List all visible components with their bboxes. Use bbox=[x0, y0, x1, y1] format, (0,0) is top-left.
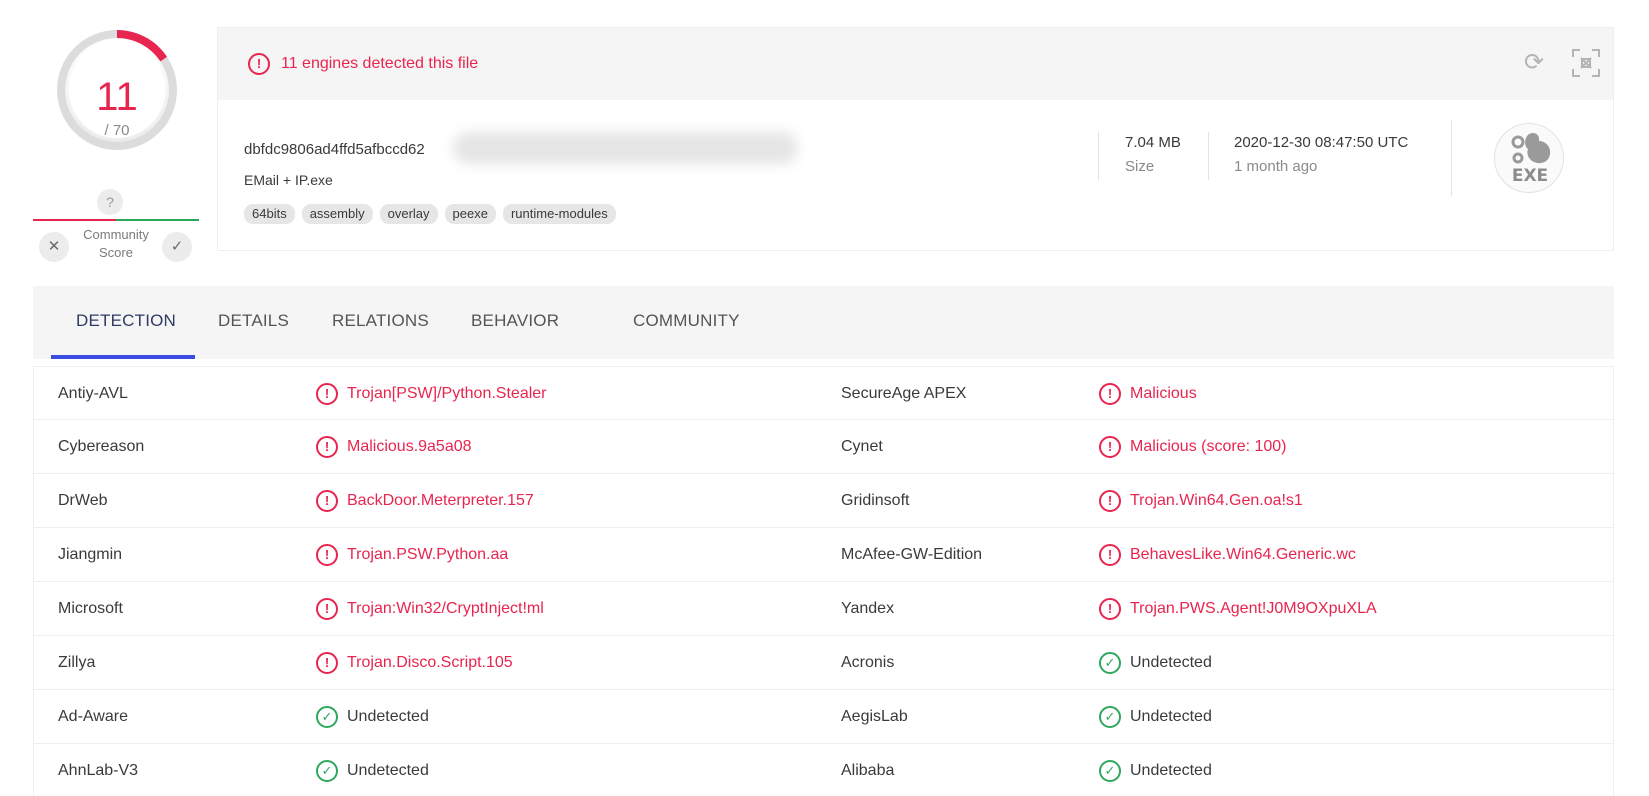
divider bbox=[1098, 132, 1099, 180]
file-type-badge: EXE bbox=[1494, 123, 1564, 193]
engine-name: Yandex bbox=[841, 600, 895, 617]
check-icon: ✓ bbox=[1099, 652, 1121, 674]
table-row: DrWeb! BackDoor.Meterpreter.157 Gridinsoft… bbox=[34, 474, 1613, 528]
detection-result: Trojan:Win32/CryptInject!ml bbox=[347, 600, 544, 617]
engine-name: Acronis bbox=[841, 654, 895, 671]
engine-name: DrWeb bbox=[58, 492, 108, 509]
engine-name: Ad-Aware bbox=[58, 708, 128, 725]
detection-result: Trojan.PSW.Python.aa bbox=[347, 546, 509, 563]
engine-name: AhnLab-V3 bbox=[58, 762, 139, 779]
file-tags: 64bits assembly overlay peexe runtime-module… bbox=[244, 204, 616, 224]
analysis-relative-date: 1 month ago bbox=[1234, 158, 1318, 175]
detection-result: BackDoor.Meterpreter.157 bbox=[347, 492, 534, 509]
file-size-label: Size bbox=[1125, 158, 1155, 175]
report-tabs: DETECTION DETAILS RELATIONS BEHAVIOR COM… bbox=[33, 286, 1614, 359]
file-type-label: EXE bbox=[1511, 166, 1549, 186]
alert-icon: ! bbox=[1099, 598, 1121, 620]
hash-redaction bbox=[453, 132, 798, 164]
table-row: Cybereason! Malicious.9a5a08 Cynet! Malicio… bbox=[34, 420, 1613, 474]
alert-icon: ! bbox=[1099, 490, 1121, 512]
table-row: Microsoft! Trojan:Win32/CryptInject!ml Yan… bbox=[34, 582, 1613, 636]
undetected-result: Undetected bbox=[1130, 762, 1212, 779]
file-name: EMail + IP.exe bbox=[244, 172, 333, 188]
check-icon: ✓ bbox=[1099, 760, 1121, 782]
engine-name: Microsoft bbox=[58, 600, 123, 617]
community-score-help-icon[interactable]: ? bbox=[97, 189, 123, 215]
engine-name: Gridinsoft bbox=[841, 492, 910, 509]
alert-icon: ! bbox=[316, 490, 338, 512]
engine-name: AegisLab bbox=[841, 708, 908, 725]
file-summary-card: ! 11 engines detected this file ⟳ dbfdc9… bbox=[217, 27, 1614, 251]
undetected-result: Undetected bbox=[347, 762, 429, 779]
community-score-label-line1: Community bbox=[83, 227, 149, 242]
tab-relations[interactable]: RELATIONS bbox=[332, 286, 429, 359]
table-row: AhnLab-V3 ✓ Undetected Alibaba ✓ Undetected bbox=[34, 744, 1613, 796]
table-row: Ad-Aware ✓ Undetected AegisLab ✓ Undetected bbox=[34, 690, 1613, 744]
alert-icon: ! bbox=[1099, 436, 1121, 458]
community-score-label-line2: Score bbox=[99, 245, 133, 260]
file-tag[interactable]: peexe bbox=[444, 204, 496, 224]
table-row: Jiangmin! Trojan.PSW.Python.aa McAfee-GW-E… bbox=[34, 528, 1613, 582]
alert-icon: ! bbox=[316, 652, 338, 674]
fullscreen-icon[interactable] bbox=[1571, 48, 1601, 78]
check-icon: ✓ bbox=[316, 706, 338, 728]
engine-name: McAfee-GW-Edition bbox=[841, 546, 983, 563]
tab-detection[interactable]: DETECTION bbox=[76, 286, 176, 359]
check-icon: ✓ bbox=[1099, 706, 1121, 728]
community-score-bar bbox=[33, 219, 199, 221]
alert-icon: ! bbox=[316, 436, 338, 458]
file-tag[interactable]: assembly bbox=[301, 204, 373, 224]
table-row: Antiy-AVL! Trojan[PSW]/Python.Stealer Secu… bbox=[34, 366, 1613, 420]
detection-result: Malicious bbox=[1130, 385, 1197, 402]
detection-message: 11 engines detected this file bbox=[281, 55, 479, 72]
vote-malicious-button[interactable]: ✓ bbox=[162, 232, 192, 262]
detection-table: Antiy-AVL! Trojan[PSW]/Python.Stealer Secu… bbox=[33, 366, 1614, 796]
undetected-result: Undetected bbox=[1130, 654, 1212, 671]
detection-result: Malicious.9a5a08 bbox=[347, 438, 472, 455]
engine-name: Jiangmin bbox=[58, 546, 123, 563]
detected-count: 11 bbox=[96, 75, 138, 119]
detection-score-widget: 11 / 70 ? ✕ Community Score ✓ bbox=[33, 22, 203, 262]
detection-result: Trojan[PSW]/Python.Stealer bbox=[347, 385, 547, 402]
engine-name: Antiy-AVL bbox=[58, 385, 128, 402]
engine-name: Cybereason bbox=[58, 438, 145, 455]
table-row: Zillya! Trojan.Disco.Script.105 Acronis ✓ Un… bbox=[34, 636, 1613, 690]
undetected-result: Undetected bbox=[347, 708, 429, 725]
file-tag[interactable]: overlay bbox=[379, 204, 438, 224]
engine-name: SecureAge APEX bbox=[841, 385, 967, 402]
file-tag[interactable]: 64bits bbox=[244, 204, 295, 224]
community-score-label: Community Score bbox=[71, 226, 161, 262]
alert-icon: ! bbox=[1099, 383, 1121, 405]
detection-result: Malicious (score: 100) bbox=[1130, 438, 1287, 455]
vote-harmless-button[interactable]: ✕ bbox=[39, 232, 69, 262]
active-tab-indicator bbox=[51, 355, 195, 359]
analysis-date: 2020-12-30 08:47:50 UTC bbox=[1234, 134, 1409, 151]
detection-result: Trojan.Disco.Script.105 bbox=[347, 654, 513, 671]
detection-result: BehavesLike.Win64.Generic.wc bbox=[1130, 546, 1356, 563]
engine-name: Alibaba bbox=[841, 762, 895, 779]
file-tag[interactable]: runtime-modules bbox=[502, 204, 616, 224]
total-engines: / 70 bbox=[104, 122, 130, 139]
alert-icon: ! bbox=[1099, 544, 1121, 566]
engine-name: Zillya bbox=[58, 654, 96, 671]
reanalyze-icon[interactable]: ⟳ bbox=[1521, 50, 1547, 76]
detection-result: Trojan.Win64.Gen.oa!s1 bbox=[1130, 492, 1303, 509]
alert-icon: ! bbox=[248, 53, 270, 75]
gears-icon bbox=[1511, 132, 1551, 164]
divider bbox=[1208, 132, 1209, 180]
file-size-value: 7.04 MB bbox=[1125, 134, 1181, 151]
tab-behavior[interactable]: BEHAVIOR bbox=[471, 286, 559, 359]
tab-community[interactable]: COMMUNITY bbox=[633, 286, 740, 359]
alert-icon: ! bbox=[316, 598, 338, 620]
undetected-result: Undetected bbox=[1130, 708, 1212, 725]
engine-name: Cynet bbox=[841, 438, 883, 455]
tab-details[interactable]: DETAILS bbox=[218, 286, 289, 359]
divider bbox=[1451, 120, 1452, 196]
check-icon: ✓ bbox=[316, 760, 338, 782]
detection-result: Trojan.PWS.Agent!J0M9OXpuXLA bbox=[1130, 600, 1377, 617]
alert-icon: ! bbox=[316, 383, 338, 405]
alert-icon: ! bbox=[316, 544, 338, 566]
file-hash[interactable]: dbfdc9806ad4ffd5afbccd62 bbox=[244, 141, 425, 158]
detection-banner: ! 11 engines detected this file ⟳ bbox=[218, 28, 1613, 100]
